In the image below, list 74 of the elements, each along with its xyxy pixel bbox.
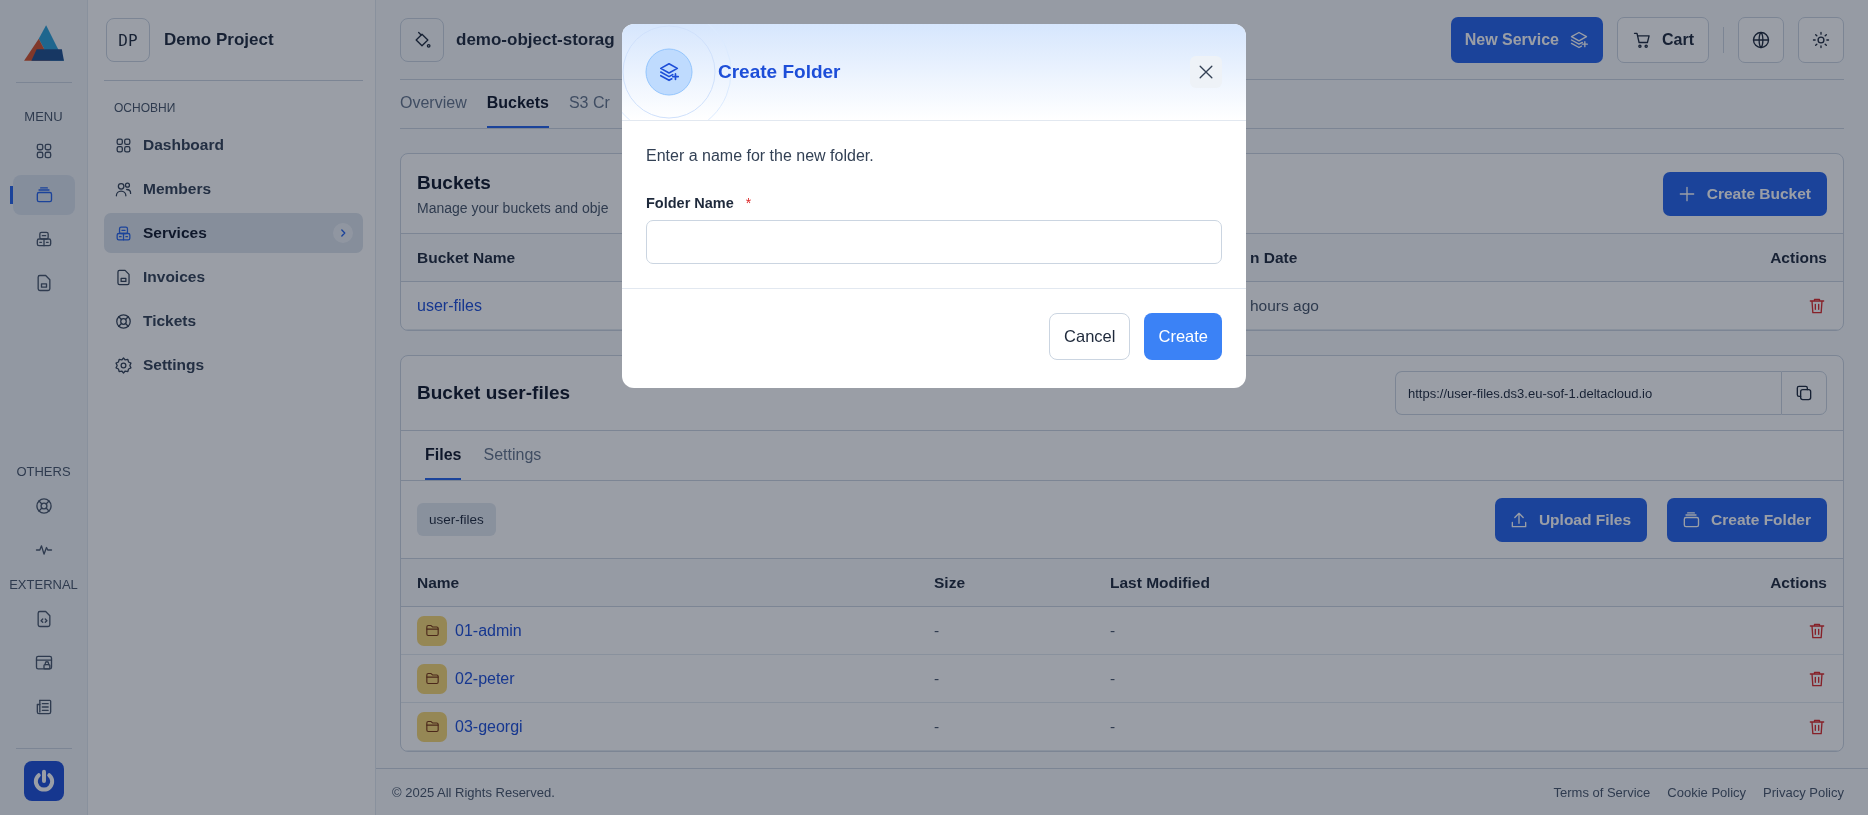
folders-icon	[1681, 509, 1702, 530]
card-description: Manage your buckets and obje	[417, 199, 609, 216]
project-avatar: DP	[106, 18, 150, 62]
nav-rail-button[interactable]	[12, 175, 75, 215]
globe-icon	[1751, 29, 1771, 50]
tab[interactable]: Overview	[400, 80, 467, 128]
dialog-title: Create Folder	[718, 61, 841, 83]
breadcrumb-item[interactable]: user-files	[417, 503, 496, 536]
upload-files-button[interactable]: Upload Files	[1494, 497, 1648, 542]
settings-icon	[114, 355, 133, 375]
table-cell: -	[918, 655, 1094, 703]
table-cell: -	[1094, 655, 1703, 703]
create-folder-button[interactable]: Create Folder	[1667, 497, 1827, 542]
copyright-text: © 2025 All Rights Reserved.	[392, 784, 555, 800]
section-label: MENU	[24, 109, 63, 124]
cancel-button[interactable]: Cancel	[1049, 313, 1131, 360]
project-name: Demo Project	[164, 30, 274, 50]
card-title: Bucket user-files	[417, 382, 571, 404]
column-header: Size	[918, 559, 1094, 607]
folder-link[interactable]: 03-georgi	[455, 717, 523, 736]
field-label: Folder Name	[646, 195, 734, 211]
power-button[interactable]	[23, 761, 64, 801]
sidebar-item[interactable]: Settings	[104, 345, 363, 385]
create-bucket-button[interactable]: Create Bucket	[1662, 171, 1827, 216]
tab[interactable]: Buckets	[486, 80, 549, 128]
service-title: demo-object-storag	[456, 29, 615, 50]
folder-icon	[423, 718, 441, 735]
folder-link[interactable]: 01-admin	[455, 621, 522, 640]
url-field[interactable]: https://user-files.ds3.eu-sof-1.deltacloud.io	[1395, 371, 1781, 415]
column-header: Actions	[1703, 234, 1843, 282]
language-button[interactable]	[1738, 16, 1784, 63]
theme-toggle-button[interactable]	[1798, 16, 1844, 63]
table-cell: -	[1094, 703, 1703, 751]
tab[interactable]: S3 Cr	[568, 80, 610, 128]
sidebar-item[interactable]: Members	[104, 169, 363, 209]
section-label: OTHERS	[16, 464, 71, 479]
table-cell: -	[918, 703, 1094, 751]
lifebuoy-icon	[33, 496, 54, 516]
footer-link[interactable]: Cookie Policy	[1667, 784, 1747, 800]
folder-icon	[423, 670, 441, 687]
table-cell: -	[1094, 607, 1703, 655]
dialog-description: Enter a name for the new folder.	[646, 147, 875, 165]
folder-icon	[423, 622, 441, 639]
card-title: Buckets	[417, 171, 491, 194]
browser-lock-icon	[33, 653, 54, 673]
sun-icon	[1811, 29, 1831, 50]
sidebar-item[interactable]: Services	[104, 213, 363, 253]
footer-link[interactable]: Privacy Policy	[1763, 784, 1844, 800]
cart-button[interactable]: Cart	[1617, 16, 1709, 63]
column-header: Name	[401, 559, 918, 607]
section-label: EXTERNAL	[9, 577, 78, 592]
required-mark: *	[745, 195, 752, 211]
column-header: Last Modified	[1094, 559, 1703, 607]
tab[interactable]: Files	[425, 431, 462, 480]
folder-link[interactable]: 02-peter	[455, 669, 515, 688]
tab[interactable]: Settings	[483, 431, 542, 480]
folder-name-field[interactable]	[646, 220, 1222, 264]
close-button[interactable]	[1190, 56, 1222, 88]
document-icon	[114, 267, 133, 287]
layers-plus-icon	[1569, 29, 1589, 50]
column-header: Actions	[1703, 559, 1843, 607]
section-label: ОСНОВНИ	[113, 101, 177, 115]
sidebar-item[interactable]: Tickets	[104, 301, 363, 341]
footer-link[interactable]: Terms of Service	[1553, 784, 1651, 800]
new-service-button[interactable]: New Service	[1450, 16, 1603, 63]
triangle-logo	[22, 24, 65, 62]
lifebuoy-icon	[114, 311, 133, 331]
sidebar-item[interactable]: Invoices	[104, 257, 363, 297]
table-cell: -	[918, 607, 1094, 655]
create-button[interactable]: Create	[1144, 313, 1222, 360]
sidebar-item[interactable]: Dashboard	[104, 125, 363, 165]
copy-icon	[1794, 383, 1814, 403]
copy-button[interactable]	[1781, 371, 1827, 415]
bucket-link[interactable]: user-files	[417, 296, 482, 315]
